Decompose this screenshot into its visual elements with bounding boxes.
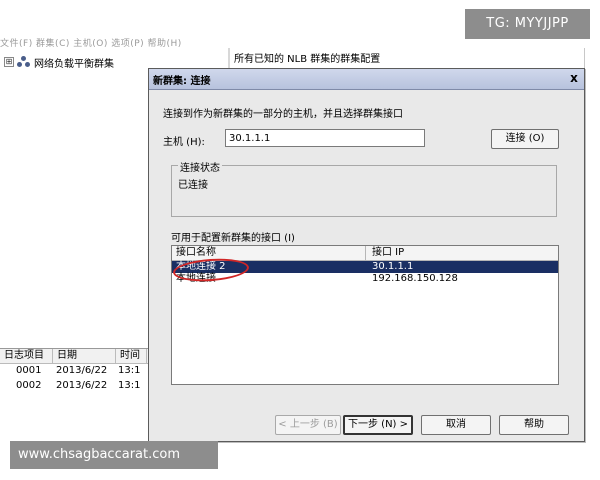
column-divider[interactable] — [365, 246, 366, 260]
tree-item-nlb-clusters[interactable]: ⊞ 网络负载平衡群集 — [4, 54, 144, 70]
log-column-date[interactable]: 日期 — [53, 349, 116, 363]
log-column-entry[interactable]: 日志项目 — [0, 349, 53, 363]
log-entry-time: 13:1 — [118, 380, 141, 391]
menu-bar[interactable]: 文件(F) 群集(C) 主机(O) 选项(P) 帮助(H) — [0, 36, 240, 48]
log-column-time[interactable]: 时间 — [116, 349, 147, 363]
url-watermark: www.chsagbaccarat.com — [10, 441, 218, 469]
interface-name: 本地连接 — [176, 273, 216, 284]
interface-ip: 30.1.1.1 — [372, 261, 414, 272]
interfaces-header-row: 接口名称 接口 IP — [172, 246, 558, 261]
back-button[interactable]: < 上一步 (B) — [275, 415, 341, 435]
log-row[interactable]: 0001 2013/6/22 13:1 — [0, 364, 148, 379]
next-button[interactable]: 下一步 (N) > — [343, 415, 413, 435]
telegram-watermark: TG: MYYJJPP — [465, 9, 590, 39]
new-cluster-dialog: 新群集: 连接 x 连接到作为新群集的一部分的主机，并且选择群集接口 主机 (H… — [148, 68, 585, 442]
tree-expand-icon[interactable]: ⊞ — [4, 57, 14, 67]
interface-row[interactable]: 本地连接 192.168.150.128 — [172, 273, 558, 285]
log-entry-id: 0002 — [16, 380, 42, 391]
interfaces-caption: 可用于配置新群集的接口 (I) — [171, 233, 295, 244]
connection-status-text: 已连接 — [178, 180, 208, 191]
help-button[interactable]: 帮助 — [499, 415, 569, 435]
cluster-config-header: 所有已知的 NLB 群集的群集配置 — [232, 52, 584, 69]
connect-button[interactable]: 连接 (O) — [491, 129, 559, 149]
cluster-icon — [17, 56, 31, 68]
interface-row-selected[interactable]: 本地连接 2 30.1.1.1 — [172, 261, 558, 273]
log-panel: 日志项目 日期 时间 0001 2013/6/22 13:1 0002 2013… — [0, 348, 148, 439]
host-input[interactable] — [225, 129, 425, 147]
tree-item-label: 网络负载平衡群集 — [34, 58, 114, 70]
cancel-button[interactable]: 取消 — [421, 415, 491, 435]
interface-name: 本地连接 2 — [176, 261, 226, 272]
interface-ip: 192.168.150.128 — [372, 273, 458, 284]
log-header-row: 日志项目 日期 时间 — [0, 349, 148, 364]
log-entry-date: 2013/6/22 — [56, 365, 108, 376]
connection-status-group: 连接状态 已连接 — [171, 159, 557, 217]
column-interface-ip[interactable]: 接口 IP — [372, 246, 404, 260]
dialog-instructions: 连接到作为新群集的一部分的主机，并且选择群集接口 — [163, 109, 403, 120]
log-row[interactable]: 0002 2013/6/22 13:1 — [0, 379, 148, 394]
close-icon[interactable]: x — [568, 71, 580, 85]
interfaces-list[interactable]: 接口名称 接口 IP 本地连接 2 30.1.1.1 本地连接 192.168.… — [171, 245, 559, 385]
dialog-titlebar[interactable]: 新群集: 连接 x — [149, 69, 584, 90]
log-entry-id: 0001 — [16, 365, 42, 376]
connection-status-label: 连接状态 — [178, 159, 222, 174]
column-interface-name[interactable]: 接口名称 — [176, 246, 216, 260]
host-label: 主机 (H): — [163, 137, 205, 148]
log-entry-date: 2013/6/22 — [56, 380, 108, 391]
log-entry-time: 13:1 — [118, 365, 141, 376]
dialog-title: 新群集: 连接 — [153, 76, 211, 87]
